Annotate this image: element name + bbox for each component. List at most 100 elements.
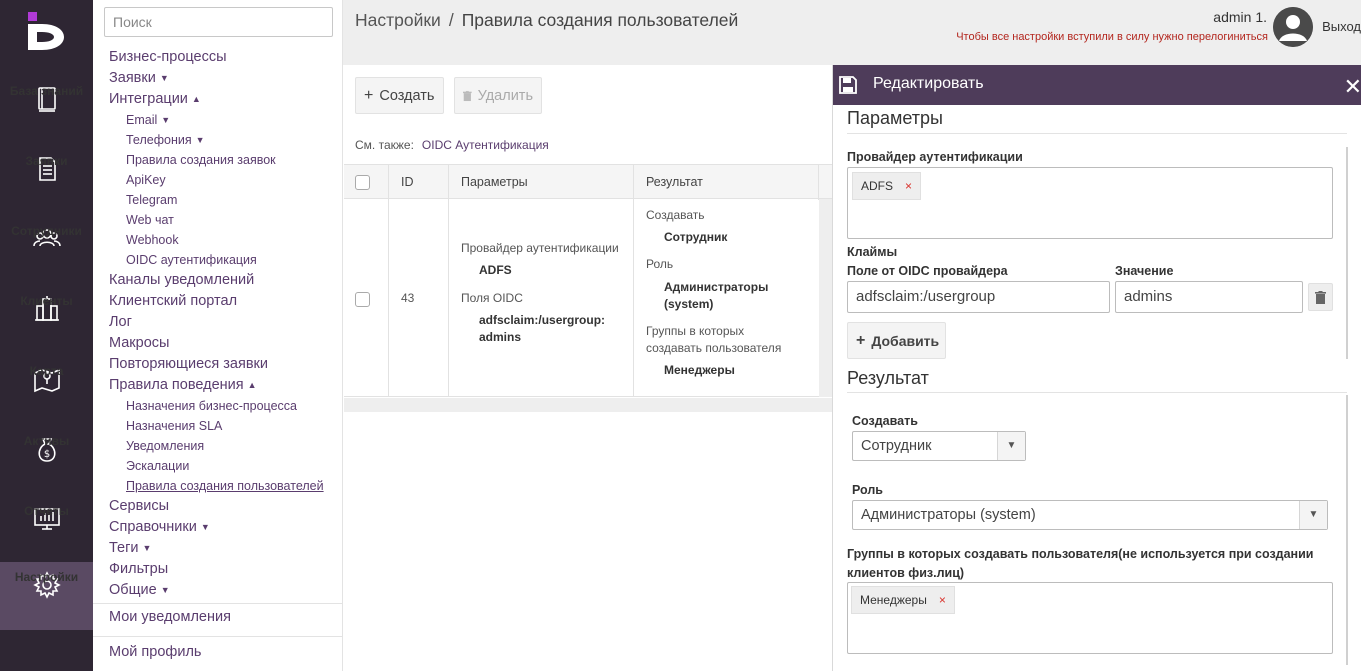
rail-assets[interactable]: $ Активы: [0, 426, 93, 496]
rail-label: Заявки: [25, 154, 68, 168]
menu-my-notifications[interactable]: Мои уведомления: [109, 609, 231, 625]
group-tag: Менеджеры ×: [851, 586, 955, 614]
row-checkbox[interactable]: [355, 292, 370, 307]
menu-item-label: Фильтры: [109, 561, 169, 577]
menu-subitem[interactable]: Уведомления: [109, 436, 324, 456]
menu-item-label: Теги: [109, 540, 139, 556]
rail-employees[interactable]: Сотрудники: [0, 216, 93, 286]
menu-item[interactable]: Сервисы: [109, 496, 324, 517]
menu-subitem[interactable]: Email ▼: [109, 110, 324, 130]
chevron-down-icon[interactable]: ▼: [143, 538, 152, 559]
remove-tag-icon[interactable]: ×: [905, 179, 912, 193]
chevron-up-icon[interactable]: ▲: [248, 375, 257, 396]
menu-subitem[interactable]: OIDC аутентификация: [109, 250, 324, 270]
menu-item[interactable]: Теги ▼: [109, 538, 324, 559]
groups-multiselect[interactable]: Менеджеры ×: [847, 582, 1333, 654]
rail-knowledge-base[interactable]: База знаний: [0, 76, 93, 146]
breadcrumb-separator: /: [448, 10, 454, 30]
select-all-checkbox[interactable]: [355, 175, 370, 190]
claim-field-input[interactable]: adfsclaim:/usergroup: [847, 281, 1110, 313]
menu-item[interactable]: Бизнес-процессы: [109, 47, 324, 68]
avatar[interactable]: [1273, 7, 1313, 47]
provider-tag: ADFS ×: [852, 172, 922, 200]
create-type-label: Создавать: [852, 414, 918, 428]
menu-item[interactable]: Справочники ▼: [109, 517, 324, 538]
menu-subitem[interactable]: Телефония ▼: [109, 130, 324, 150]
column-header-params[interactable]: Параметры: [449, 165, 634, 200]
params-section-title: Параметры: [847, 108, 943, 128]
plus-icon: +: [856, 331, 866, 349]
page-header: Настройки / Правила создания пользователей…: [343, 0, 1361, 65]
menu-item-label: Правила создания пользователей: [126, 479, 324, 493]
menu-item[interactable]: Повторяющиеся заявки: [109, 354, 324, 375]
rail-reports[interactable]: Отчеты: [0, 496, 93, 566]
chevron-down-icon[interactable]: ▼: [161, 580, 170, 601]
menu-list: Бизнес-процессы Заявки ▼ Интеграции ▲ Email ▼ Т…: [109, 47, 324, 601]
rail-settings[interactable]: Настройки: [0, 562, 93, 630]
menu-item[interactable]: Заявки ▼: [109, 68, 324, 89]
rail-map[interactable]: Карта: [0, 356, 93, 426]
close-icon[interactable]: ✕: [1344, 74, 1361, 100]
chevron-down-icon[interactable]: ▼: [160, 68, 169, 89]
menu-subitem[interactable]: Эскалации: [109, 456, 324, 476]
role-select[interactable]: Администраторы (system) ▼: [852, 500, 1328, 530]
column-header-id[interactable]: ID: [389, 165, 449, 200]
menu-item-label: Телефония: [126, 133, 192, 147]
menu-subitem[interactable]: Правила создания заявок: [109, 150, 324, 170]
menu-item[interactable]: Макросы: [109, 333, 324, 354]
logout-link[interactable]: Выход: [1322, 19, 1361, 34]
add-label: Добавить: [871, 332, 940, 349]
menu-item-label: Эскалации: [126, 459, 190, 473]
create-type-select[interactable]: Сотрудник ▼: [852, 431, 1026, 461]
user-name[interactable]: admin 1.: [1213, 9, 1267, 25]
oidc-auth-link[interactable]: OIDC Аутентификация: [422, 138, 549, 152]
provider-label: Провайдер аутентификации: [461, 241, 619, 255]
column-header-result[interactable]: Результат: [634, 165, 819, 200]
menu-subitem[interactable]: ApiKey: [109, 170, 324, 190]
menu-subitem[interactable]: Правила создания пользователей: [109, 476, 324, 496]
chevron-down-icon[interactable]: ▼: [161, 110, 170, 130]
panel-scrollbar[interactable]: [1346, 147, 1348, 359]
chevron-down-icon[interactable]: ▼: [201, 517, 210, 538]
search-input[interactable]: [104, 7, 333, 37]
menu-item[interactable]: Лог: [109, 312, 324, 333]
menu-subitem[interactable]: Web чат: [109, 210, 324, 230]
menu-subitem[interactable]: Назначения SLA: [109, 416, 324, 436]
create-button[interactable]: + Создать: [355, 77, 444, 114]
table-row[interactable]: 43 Провайдер аутентификации ADFS Поля OI…: [344, 199, 832, 397]
chevron-down-icon: ▼: [1299, 501, 1327, 529]
menu-item-label: Лог: [109, 314, 132, 330]
role-value: (system): [664, 297, 714, 311]
oidc-fields-label: Поля OIDC: [461, 291, 523, 305]
rail-requests[interactable]: Заявки: [0, 146, 93, 216]
menu-item[interactable]: Правила поведения ▲: [109, 375, 324, 396]
menu-my-profile[interactable]: Мой профиль: [109, 644, 201, 660]
table-scrollbar[interactable]: [819, 199, 832, 397]
menu-item[interactable]: Каналы уведомлений: [109, 270, 324, 291]
rail-clients[interactable]: Клиенты: [0, 286, 93, 356]
menu-subitem[interactable]: Назначения бизнес-процесса: [109, 396, 324, 416]
menu-item[interactable]: Фильтры: [109, 559, 324, 580]
menu-subitem[interactable]: Webhook: [109, 230, 324, 250]
menu-item[interactable]: Общие ▼: [109, 580, 324, 601]
create-label: Создавать: [646, 208, 705, 222]
add-claim-button[interactable]: + Добавить: [847, 322, 946, 359]
rules-table: ID Параметры Результат 43 Провайдер ауте…: [344, 164, 832, 398]
chevron-up-icon[interactable]: ▲: [192, 89, 201, 110]
claim-value-input[interactable]: admins: [1115, 281, 1303, 313]
groups-label: Группы в которых: [646, 324, 745, 338]
delete-claim-button[interactable]: [1308, 283, 1333, 311]
menu-subitem[interactable]: Telegram: [109, 190, 324, 210]
save-icon[interactable]: [839, 76, 857, 94]
remove-tag-icon[interactable]: ×: [939, 593, 946, 607]
menu-item[interactable]: Интеграции ▲: [109, 89, 324, 110]
oidc-fields-value: admins: [479, 330, 522, 344]
menu-item[interactable]: Клиентский портал: [109, 291, 324, 312]
provider-multiselect[interactable]: ADFS ×: [847, 167, 1333, 239]
app-logo[interactable]: [28, 12, 66, 50]
panel-scrollbar[interactable]: [1346, 395, 1348, 665]
breadcrumb-root[interactable]: Настройки: [355, 10, 441, 30]
chevron-down-icon[interactable]: ▼: [196, 130, 205, 150]
panel-title: Редактировать: [873, 75, 984, 92]
delete-button[interactable]: Удалить: [454, 77, 542, 114]
